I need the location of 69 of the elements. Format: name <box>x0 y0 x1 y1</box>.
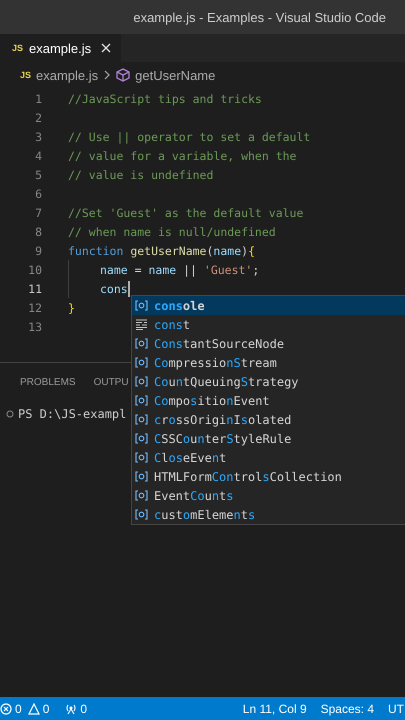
line-number: 1 <box>34 92 42 106</box>
line-number: 5 <box>34 168 42 182</box>
panel-tab[interactable]: PROBLEMS <box>20 377 76 388</box>
code-line: // value for a variable, when the <box>68 148 296 162</box>
snippet-icon <box>135 319 148 330</box>
breadcrumb-item[interactable]: getUserName <box>135 68 216 82</box>
line-number: 2 <box>34 110 42 124</box>
suggestion-item[interactable]: CloseEvent <box>132 448 405 467</box>
line-number: 6 <box>34 186 42 200</box>
breadcrumb-item[interactable]: example.js <box>36 68 98 82</box>
code-line: // value is undefined <box>68 168 214 182</box>
variable-icon <box>135 433 148 444</box>
line-number: 7 <box>34 206 42 220</box>
suggestion-item[interactable]: console <box>132 296 405 315</box>
status-count[interactable]: 0 <box>80 702 88 716</box>
code-line: // when name is null/undefined <box>68 224 276 238</box>
code-line: //Set 'Guest' as the default value <box>68 206 304 220</box>
variable-icon <box>135 490 148 501</box>
status-item[interactable]: Ln 11, Col 9 <box>242 702 307 716</box>
code-line: // Use || operator to set a default <box>68 130 310 144</box>
variable-icon <box>135 414 148 425</box>
suggestion-item[interactable]: HTMLFormControlsCollection <box>132 467 405 486</box>
status-count[interactable]: 0 <box>15 702 22 716</box>
line-number: 12 <box>27 300 42 314</box>
variable-icon <box>135 509 148 520</box>
cube-icon <box>116 68 130 82</box>
warning-icon <box>28 702 40 714</box>
line-number: 9 <box>34 244 42 258</box>
suggestion-item[interactable]: ConstantSourceNode <box>132 334 405 353</box>
line-number: 13 <box>27 320 42 334</box>
suggestion-item[interactable]: customElements <box>132 505 405 524</box>
suggestion-item[interactable]: CompressionStream <box>132 353 405 372</box>
code-line: //JavaScript tips and tricks <box>68 92 262 106</box>
antenna-icon <box>65 702 78 714</box>
terminal-line: PS D:\JS-exampl <box>18 407 126 421</box>
code-line: cons <box>100 282 128 296</box>
suggestion-item[interactable]: c rossOriginI solated <box>132 410 405 429</box>
suggestion-item[interactable]: EventCount s <box>132 486 405 505</box>
panel-tab[interactable]: OUTPU <box>94 377 129 388</box>
text-cursor <box>128 280 130 296</box>
code-line: name = name || 'Guest'; <box>100 262 260 276</box>
variable-icon <box>135 452 148 463</box>
variable-icon <box>135 338 148 349</box>
suggestion-item[interactable]: CountQueuingStrategy <box>132 372 405 391</box>
suggestion-item[interactable]: CompositionEvent <box>132 391 405 410</box>
variable-icon <box>135 395 148 406</box>
window-title: example.js - Examples - Visual Studio Code <box>133 10 386 24</box>
variable-icon <box>135 300 148 311</box>
chevron-right-icon <box>104 70 110 80</box>
status-count[interactable]: 0 <box>42 702 50 716</box>
status-item[interactable]: UT <box>388 702 404 716</box>
suggestion-item[interactable]: CSSCounterStyleRule <box>132 429 405 448</box>
line-number: 11 <box>27 282 42 296</box>
line-number: 8 <box>34 224 42 238</box>
code-line: function getUserName(name){ <box>68 244 255 258</box>
error-icon <box>0 702 12 714</box>
code-line: } <box>68 300 75 314</box>
line-number: 3 <box>34 130 42 144</box>
circle-icon <box>6 410 14 418</box>
close-icon <box>101 43 112 53</box>
line-number: 10 <box>27 262 42 276</box>
editor-tab[interactable]: JS example.js <box>0 34 122 62</box>
variable-icon <box>135 357 148 368</box>
file-type-label: JS <box>20 70 32 80</box>
variable-icon <box>135 471 148 482</box>
status-item[interactable]: Spaces: 4 <box>320 702 374 716</box>
line-number: 4 <box>34 148 42 162</box>
variable-icon <box>135 376 148 387</box>
suggestion-item[interactable]: const <box>132 315 405 334</box>
